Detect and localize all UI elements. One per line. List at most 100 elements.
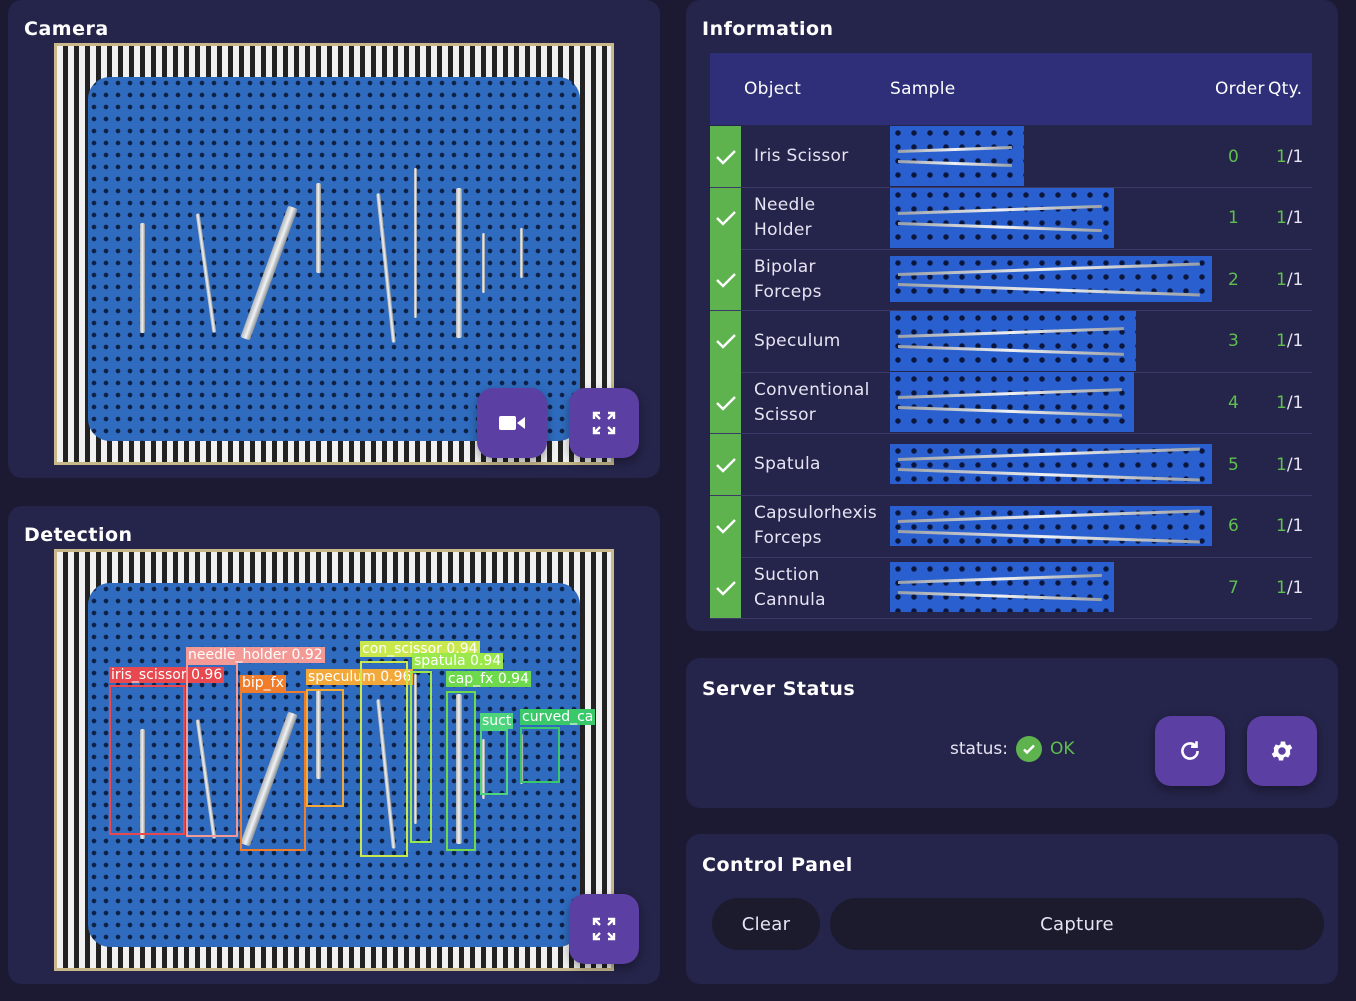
column-qty: Qty. [1268,79,1303,99]
sample-image [890,310,1136,371]
qty-total: /1 [1286,146,1304,167]
table-row: Bipolar Forceps 2 1/1 [710,249,1312,312]
qty-value: 1/1 [1276,188,1303,249]
status-row: status: OK [950,736,1075,762]
qty-count: 1 [1276,454,1287,475]
qty-total: /1 [1286,577,1304,598]
settings-button[interactable] [1247,716,1317,786]
detection-box [410,671,432,843]
detection-box [480,729,508,795]
table-header: Object Sample Order Qty. [710,53,1312,125]
qty-value: 1/1 [1276,126,1303,187]
information-title: Information [702,18,834,40]
detection-label: curved_ca [520,709,596,725]
sample-image [890,505,1212,546]
fullscreen-icon [592,917,616,941]
refresh-icon [1181,741,1199,760]
table-row: Spatula 5 1/1 [710,434,1312,496]
detection-box [240,691,306,851]
table-row: Speculum 3 1/1 [710,310,1312,373]
sample-image [890,444,1212,484]
detection-label: spatula 0.94 [412,653,504,669]
check-circle-icon [1015,736,1042,762]
status-value: OK [1049,739,1075,759]
object-name: Bipolar Forceps [754,256,822,302]
server-status-panel: Server Status status: OK [686,658,1338,808]
object-name: Iris Scissor [754,146,849,166]
order-value: 5 [1228,454,1239,475]
order-value: 1 [1228,208,1239,229]
qty-value: 1/1 [1276,249,1303,310]
object-name: Spatula [754,454,821,474]
order-value: 2 [1228,269,1239,290]
qty-value: 1/1 [1276,434,1303,495]
sample-image [890,372,1134,433]
qty-count: 1 [1276,516,1287,537]
camera-title: Camera [24,18,109,40]
camera-fullscreen-button[interactable] [569,388,639,458]
detection-box [360,661,408,857]
object-name: Needle Holder [754,195,816,241]
order-value: 6 [1228,516,1239,537]
qty-count: 1 [1276,146,1287,167]
detection-fullscreen-button[interactable] [569,894,639,964]
clear-button[interactable]: Clear [712,898,820,950]
qty-total: /1 [1286,208,1304,229]
sample-image [890,126,1024,186]
detection-box [520,727,560,783]
detection-label: cap_fx 0.94 [446,671,531,687]
qty-value: 1/1 [1276,372,1303,433]
qty-value: 1/1 [1276,311,1303,372]
camera-toggle-button[interactable] [477,388,547,458]
refresh-button[interactable] [1155,716,1225,786]
information-panel: Information Object Sample Order Qty. Iri… [686,0,1338,631]
check-icon [710,372,741,434]
detection-panel: Detection iris_scissor 0.96 needle_holde… [8,506,660,984]
check-icon [710,249,741,311]
qty-count: 1 [1276,577,1287,598]
detection-box [446,691,476,851]
qty-count: 1 [1276,331,1287,352]
order-value: 0 [1228,146,1239,167]
object-name: Suction Cannula [754,564,826,610]
detection-label: bip_fx [240,675,286,691]
column-sample: Sample [890,79,956,99]
detection-title: Detection [24,524,133,546]
qty-count: 1 [1276,392,1287,413]
capture-button[interactable]: Capture [830,898,1324,950]
camera-panel: Camera [8,0,660,478]
sample-image [890,562,1114,613]
qty-total: /1 [1286,269,1304,290]
table-row: Iris Scissor 0 1/1 [710,126,1312,188]
detection-label: suct [480,713,514,729]
check-icon [710,187,741,249]
qty-total: /1 [1286,392,1304,413]
sample-image [890,187,1114,248]
object-name: Conventional Scissor [754,379,870,425]
check-icon [710,126,741,187]
check-icon [710,495,741,557]
detection-box [306,689,344,807]
table-row: Capsulorhexis Forceps 6 1/1 [710,495,1312,558]
qty-count: 1 [1276,208,1287,229]
qty-total: /1 [1286,331,1304,352]
detection-feed: iris_scissor 0.96 needle_holder 0.92 bip… [54,549,614,971]
table-row: Needle Holder 1 1/1 [710,187,1312,250]
status-label: status: [950,739,1008,759]
qty-count: 1 [1276,269,1287,290]
qty-value: 1/1 [1276,557,1303,618]
column-order: Order [1215,79,1265,99]
check-icon [710,310,741,372]
detection-box [109,685,185,835]
check-icon [710,557,741,619]
qty-total: /1 [1286,454,1304,475]
table-row: Suction Cannula 7 1/1 [710,557,1312,620]
sample-image [890,256,1212,303]
gear-icon [1271,741,1293,761]
server-status-title: Server Status [702,678,856,700]
video-camera-icon [499,416,525,430]
qty-total: /1 [1286,516,1304,537]
control-panel-title: Control Panel [702,854,853,876]
detection-label: needle_holder 0.92 [186,647,325,663]
table-row: Conventional Scissor 4 1/1 [710,372,1312,435]
